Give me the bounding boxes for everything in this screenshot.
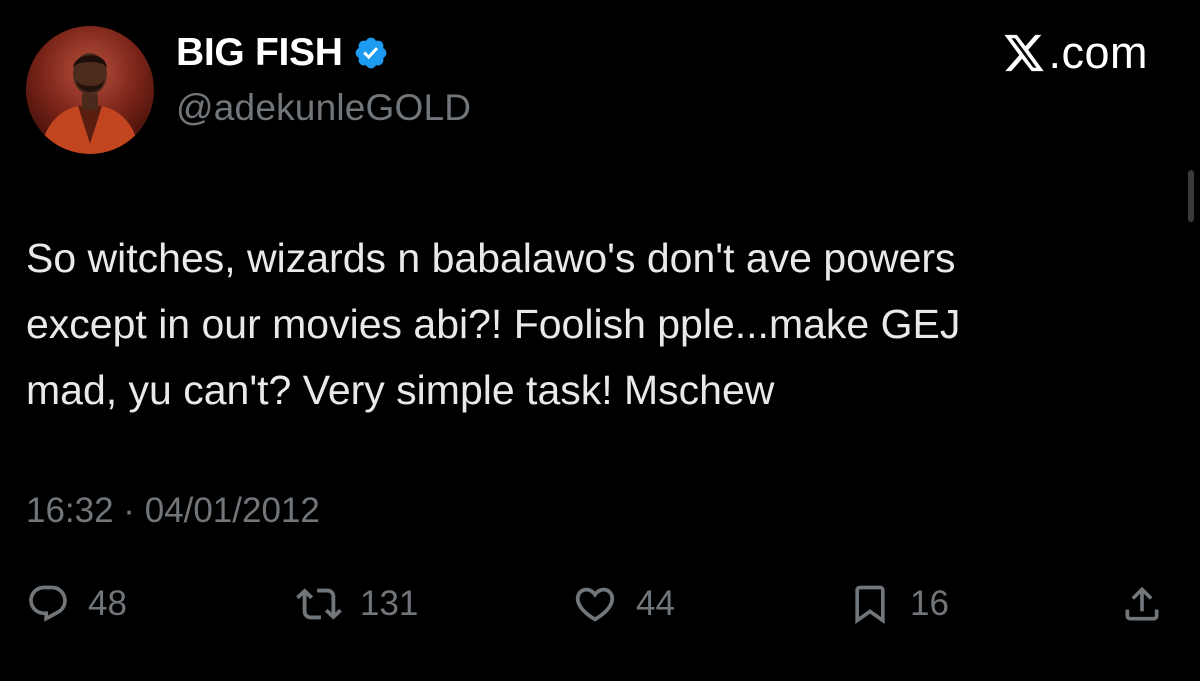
reply-icon <box>29 585 67 622</box>
author-name-row: BIG FISH <box>176 30 389 76</box>
like-count: 44 <box>636 584 675 623</box>
reply-count: 48 <box>88 584 127 623</box>
repost-button[interactable]: 131 <box>296 574 418 634</box>
reply-button[interactable]: 48 <box>26 574 127 634</box>
author-handle[interactable]: @adekunleGOLD <box>176 86 471 130</box>
tweet-text-line: mad, yu can't? Very simple task! Mschew <box>26 367 775 413</box>
bookmark-button[interactable]: 16 <box>848 574 949 634</box>
scrollbar[interactable] <box>1188 170 1194 222</box>
verified-badge-icon <box>355 37 386 69</box>
brand-logo: .com <box>1002 26 1148 80</box>
share-icon <box>1125 586 1159 621</box>
avatar[interactable] <box>26 26 154 154</box>
author-display-name[interactable]: BIG FISH <box>176 30 343 76</box>
tweet-timestamp[interactable]: 16:32 · 04/01/2012 <box>26 488 320 534</box>
share-button[interactable] <box>1120 574 1164 634</box>
bookmark-count: 16 <box>910 584 949 623</box>
heart-icon <box>575 587 615 622</box>
brand-logo-text: .com <box>1048 27 1148 78</box>
bookmark-icon <box>855 585 885 625</box>
x-logo-icon <box>1004 34 1045 72</box>
like-button[interactable]: 44 <box>572 574 675 634</box>
tweet-text: So witches, wizards n babalawo's don't a… <box>26 225 1176 423</box>
repost-count: 131 <box>360 584 419 623</box>
repost-icon <box>296 588 342 620</box>
tweet-text-line: except in our movies abi?! Foolish pple.… <box>26 301 961 347</box>
avatar-image <box>26 26 154 154</box>
tweet-text-line: So witches, wizards n babalawo's don't a… <box>26 235 956 281</box>
action-bar: 48 131 44 16 <box>0 574 1200 634</box>
